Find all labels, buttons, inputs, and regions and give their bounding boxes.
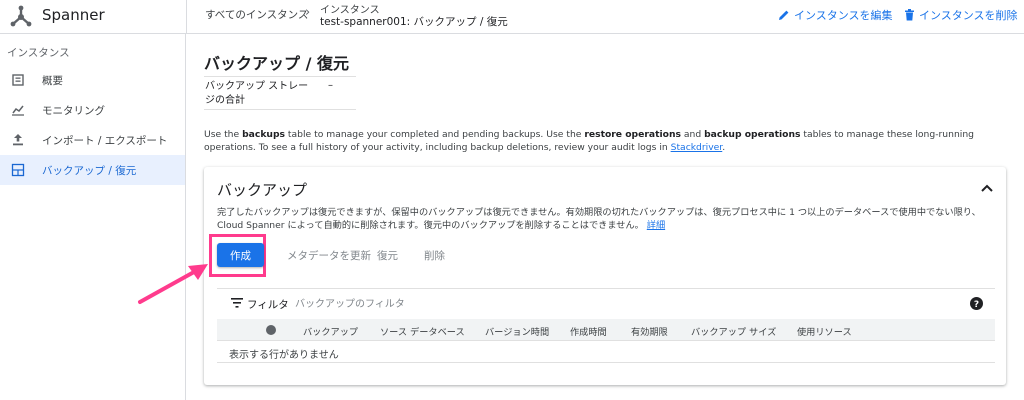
table-empty-row: 表示する行がありません	[217, 341, 995, 363]
sidebar-item-backup-restore[interactable]: バックアップ / 復元	[0, 155, 185, 185]
restore-button[interactable]: 復元	[377, 248, 398, 263]
edit-instance-label: インスタンスを編集	[794, 9, 893, 22]
backups-table-header: バックアップ ソース データベース バージョン時間 作成時間 有効期限 バックア…	[217, 319, 995, 341]
desc-bold-backups: backups	[242, 129, 286, 140]
column-header-backup[interactable]: バックアップ	[303, 324, 358, 338]
status-column-icon	[266, 325, 276, 335]
delete-instance-button[interactable]: インスタンスを削除	[904, 7, 1018, 23]
filter-bar: フィルタ ?	[217, 288, 995, 318]
storage-label: バックアップ ストレージの合計	[205, 81, 309, 106]
top-bar: Spanner すべてのインスタンス › インスタンス test-spanner…	[0, 0, 1024, 34]
storage-value: –	[328, 80, 333, 91]
sidebar-item-overview[interactable]: 概要	[0, 65, 185, 95]
svg-text:?: ?	[974, 300, 979, 310]
details-link[interactable]: 詳細	[647, 220, 665, 231]
desc-text: Use the	[204, 129, 243, 140]
help-icon[interactable]: ?	[970, 297, 983, 310]
app-title: Spanner	[42, 6, 105, 24]
import-export-icon	[13, 134, 23, 146]
arrow-pointer-icon	[138, 264, 208, 304]
monitoring-icon	[12, 105, 24, 116]
sidebar-item-label: インポート / エクスポート	[42, 135, 168, 147]
empty-message: 表示する行がありません	[229, 350, 339, 361]
backups-card-description: 完了したバックアップは復元できますが、保留中のバックアップは復元できません。有効…	[217, 206, 997, 232]
desc-text: and	[680, 129, 705, 140]
pencil-icon	[779, 10, 789, 20]
backup-restore-icon	[11, 163, 25, 177]
stackdriver-link[interactable]: Stackdriver	[671, 142, 723, 153]
column-header-create-time[interactable]: 作成時間	[570, 324, 607, 338]
desc-bold-backup-ops: backup operations	[704, 129, 801, 140]
desc-text: table to manage your completed and pendi…	[285, 129, 585, 140]
sidebar-item-monitoring[interactable]: モニタリング	[0, 95, 185, 125]
breadcrumb-current: test-spanner001: バックアップ / 復元	[320, 16, 508, 28]
desc-text: .	[722, 142, 726, 153]
delete-instance-label: インスタンスを削除	[919, 9, 1018, 22]
delete-button[interactable]: 削除	[424, 248, 445, 263]
spanner-logo-icon[interactable]	[8, 4, 34, 30]
sidebar-item-label: 概要	[42, 75, 63, 87]
storage-summary-table: バックアップ ストレージの合計 –	[204, 76, 356, 110]
chevron-up-icon[interactable]	[980, 181, 994, 195]
column-header-version-time[interactable]: バージョン時間	[485, 324, 549, 338]
column-header-used-resources[interactable]: 使用リソース	[797, 324, 852, 338]
filter-icon	[231, 298, 243, 308]
breadcrumb-all-instances[interactable]: すべてのインスタンス	[205, 7, 308, 22]
create-backup-button[interactable]: 作成	[217, 243, 264, 267]
chevron-right-icon: ›	[305, 5, 311, 20]
page-description: Use the backups table to manage your com…	[204, 128, 1004, 154]
backups-card-title: バックアップ	[217, 181, 308, 199]
sidebar-item-label: モニタリング	[42, 105, 105, 117]
desc-bold-restore-ops: restore operations	[584, 129, 681, 140]
backups-desc-text: 完了したバックアップは復元できますが、保留中のバックアップは復元できません。有効…	[217, 207, 981, 231]
sidebar: インスタンス 概要 モニタリング インポート / エクスポート バックアップ /…	[0, 34, 186, 400]
sidebar-heading: インスタンス	[7, 47, 70, 59]
column-header-source-database[interactable]: ソース データベース	[380, 324, 465, 338]
column-header-backup-size[interactable]: バックアップ サイズ	[691, 324, 776, 338]
filter-input[interactable]	[295, 296, 535, 312]
sidebar-item-import-export[interactable]: インポート / エクスポート	[0, 125, 185, 155]
page-title: バックアップ / 復元	[204, 54, 349, 73]
trash-icon	[905, 9, 914, 21]
backups-card: バックアップ 完了したバックアップは復元できますが、保留中のバックアップは復元で…	[204, 167, 1006, 385]
topbar-divider	[186, 0, 187, 34]
update-metadata-button[interactable]: メタデータを更新	[287, 248, 371, 263]
column-header-expire-time[interactable]: 有効期限	[631, 324, 668, 338]
filter-label: フィルタ	[247, 299, 289, 311]
sidebar-item-label: バックアップ / 復元	[42, 165, 137, 177]
overview-icon	[12, 74, 24, 86]
edit-instance-button[interactable]: インスタンスを編集	[778, 7, 893, 23]
